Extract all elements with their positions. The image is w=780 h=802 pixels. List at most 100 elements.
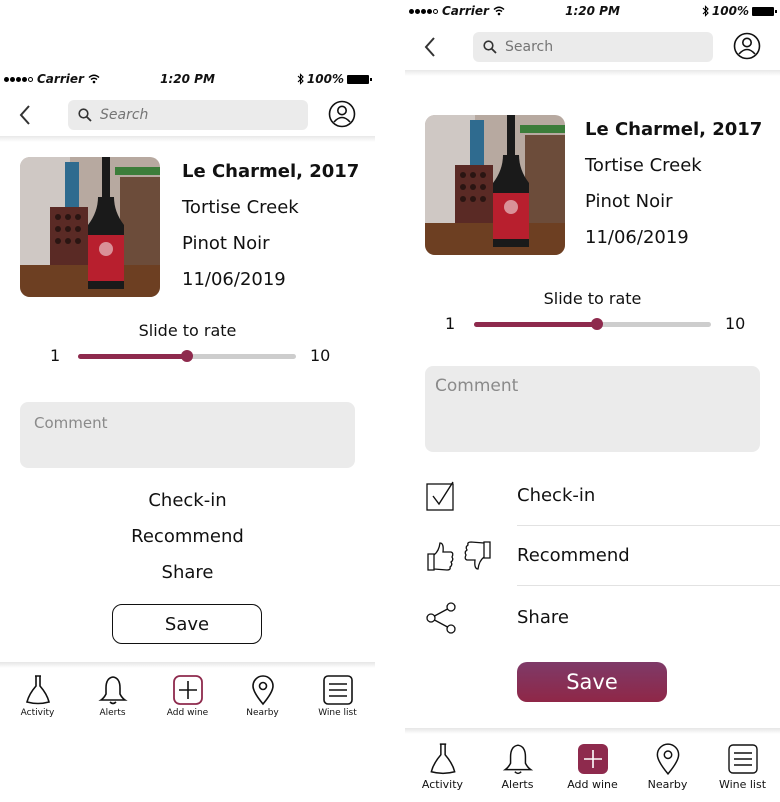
top-nav (405, 28, 780, 64)
row-divider (517, 585, 780, 586)
tab-wine-list[interactable]: Wine list (303, 674, 373, 718)
decanter-icon (25, 675, 50, 705)
tab-nearby[interactable]: Nearby (228, 674, 298, 718)
wine-varietal: Pinot Noir (585, 191, 673, 212)
wine-name: Le Charmel, 2017 (585, 119, 763, 140)
add-icon (577, 744, 608, 774)
battery-percent: 100% (711, 4, 749, 18)
tab-label: Nearby (246, 708, 279, 718)
save-button[interactable]: Save (517, 662, 667, 702)
bell-icon (97, 676, 128, 705)
rate-max-label: 10 (725, 314, 746, 333)
tabbar-shadow (0, 662, 375, 668)
location-pin-icon (251, 675, 274, 706)
wine-varietal: Pinot Noir (182, 233, 270, 254)
wine-photo (20, 157, 160, 297)
left-phone-screen: Carrier 1:20 PM 100% Search Le Charmel, … (0, 66, 375, 802)
tab-label: Activity (421, 778, 464, 791)
comment-field[interactable]: Comment (20, 402, 355, 468)
rate-max-label: 10 (310, 346, 331, 365)
search-icon (78, 108, 92, 122)
wine-photo (425, 115, 565, 255)
rate-min-label: 1 (445, 314, 456, 333)
tab-add-wine[interactable]: Add wine (153, 674, 223, 718)
nav-shadow (405, 70, 780, 76)
signal-icon (4, 76, 33, 82)
search-bar[interactable] (473, 32, 713, 62)
tab-activity[interactable]: Activity (407, 742, 479, 791)
wine-date: 11/06/2019 (182, 269, 286, 290)
tab-label: Add wine (166, 708, 209, 718)
list-icon (322, 675, 353, 705)
list-icon (727, 744, 758, 774)
share-row[interactable]: Share (425, 588, 780, 648)
tab-label: Nearby (647, 778, 688, 791)
tab-nearby[interactable]: Nearby (632, 742, 704, 791)
search-input[interactable] (100, 107, 250, 123)
tab-label: Add wine (567, 778, 618, 791)
tab-label: Wine list (318, 708, 357, 718)
tab-label: Wine list (718, 778, 767, 791)
status-bar: Carrier 1:20 PM 100% (0, 71, 375, 87)
wine-date: 11/06/2019 (585, 227, 689, 248)
checkin-row[interactable]: Check-in (425, 466, 780, 526)
thumbs-up-icon[interactable] (425, 539, 455, 573)
back-icon[interactable] (18, 104, 32, 126)
battery-icon (347, 74, 372, 84)
wine-winery: Tortise Creek (182, 197, 299, 218)
profile-icon[interactable] (328, 100, 356, 133)
bluetooth-icon (297, 73, 304, 85)
rating-slider[interactable] (78, 350, 296, 362)
nav-shadow (0, 136, 375, 142)
share-link[interactable]: Share (0, 562, 375, 583)
recommend-row[interactable]: Recommend (425, 526, 780, 586)
share-label: Share (517, 607, 569, 628)
search-icon (483, 40, 497, 54)
tab-wine-list[interactable]: Wine list (707, 742, 779, 791)
wine-name: Le Charmel, 2017 (182, 161, 360, 182)
location-pin-icon (656, 743, 679, 776)
rate-label: Slide to rate (138, 321, 237, 340)
save-button[interactable]: Save (112, 604, 262, 644)
battery-percent: 100% (306, 72, 344, 86)
bell-icon (502, 744, 533, 775)
rating-slider-fill (78, 354, 187, 359)
rate-min-label: 1 (50, 346, 61, 365)
wifi-icon (88, 74, 100, 84)
comment-field[interactable]: Comment (425, 366, 760, 452)
wifi-icon (493, 6, 505, 16)
recommend-label: Recommend (517, 545, 630, 566)
thumbs-down-icon[interactable] (463, 539, 493, 573)
tabbar-shadow (405, 728, 780, 734)
status-time: 1:20 PM (565, 4, 620, 18)
tab-bar: Activity Alerts Add wine Nearby Wine lis… (0, 674, 375, 718)
tab-bar: Activity Alerts Add wine Nearby Wine lis… (405, 742, 780, 791)
checkin-link[interactable]: Check-in (0, 490, 375, 511)
profile-icon[interactable] (733, 32, 761, 65)
tab-label: Alerts (501, 778, 534, 791)
rating-slider-thumb[interactable] (591, 318, 604, 330)
carrier-label: Carrier (37, 72, 84, 86)
tab-alerts[interactable]: Alerts (482, 742, 554, 791)
rate-label: Slide to rate (543, 289, 642, 308)
checkbox-checked-icon (426, 481, 454, 511)
battery-icon (752, 6, 777, 16)
status-time: 1:20 PM (160, 72, 215, 86)
checkin-label: Check-in (517, 485, 596, 506)
tab-add-wine[interactable]: Add wine (557, 742, 629, 791)
tab-alerts[interactable]: Alerts (78, 674, 148, 718)
search-bar[interactable] (68, 100, 308, 130)
recommend-link[interactable]: Recommend (0, 526, 375, 547)
rating-slider[interactable] (474, 318, 711, 330)
search-input[interactable] (505, 39, 655, 55)
status-bar: Carrier 1:20 PM 100% (405, 3, 780, 19)
decanter-icon (429, 743, 456, 775)
signal-icon (409, 8, 438, 14)
top-nav (0, 98, 375, 134)
tab-activity[interactable]: Activity (3, 674, 73, 718)
tab-label: Activity (20, 708, 55, 718)
rating-slider-thumb[interactable] (181, 350, 193, 362)
rating-slider-fill (474, 322, 598, 327)
back-icon[interactable] (423, 36, 437, 58)
add-icon (172, 675, 203, 705)
